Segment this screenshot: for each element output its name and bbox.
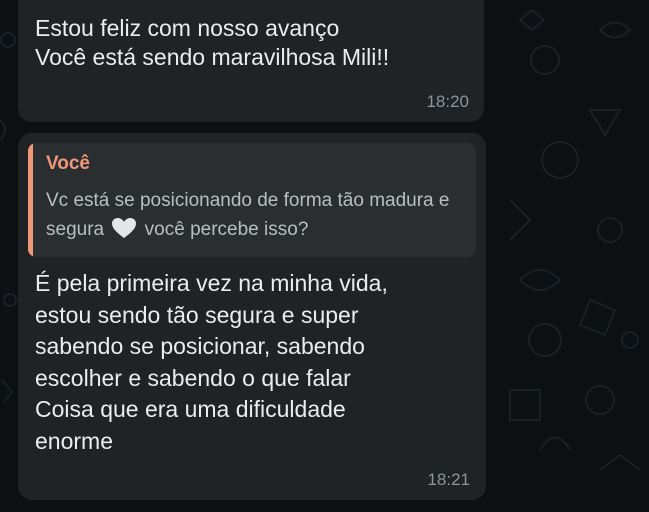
quoted-message[interactable]: Você Vc está se posicionando de forma tã…	[28, 143, 476, 257]
message-text: É pela primeira vez na minha vida, estou…	[35, 270, 388, 454]
message-text: Estou feliz com nosso avanço Você está s…	[35, 15, 390, 70]
quote-author: Você	[46, 153, 91, 174]
quote-text: Vc está se posicionando de forma tão mad…	[46, 186, 471, 244]
message-timestamp: 18:21	[427, 470, 470, 489]
message-timestamp: 18:20	[426, 92, 469, 111]
message-bubble-incoming[interactable]: Estou feliz com nosso avanço Você está s…	[18, 0, 484, 122]
quote-text-after: você percebe isso?	[144, 219, 309, 240]
message-bubble-incoming-reply[interactable]: Você Vc está se posicionando de forma tã…	[18, 133, 486, 500]
quote-accent-bar	[28, 143, 33, 257]
white-heart-icon	[112, 218, 137, 238]
